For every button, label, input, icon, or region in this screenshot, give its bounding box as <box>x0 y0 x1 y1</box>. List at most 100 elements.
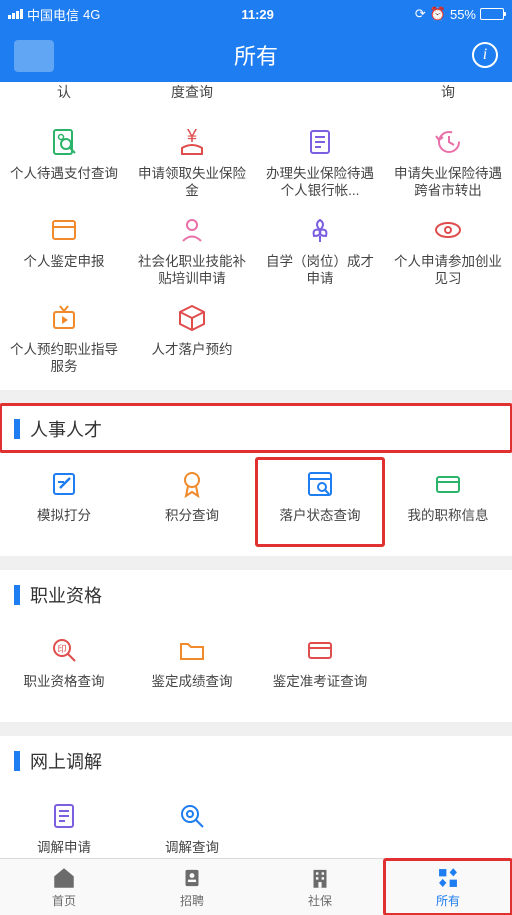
section-bar-icon <box>14 751 20 771</box>
trunc-cell[interactable]: 认 <box>0 82 128 110</box>
medal-icon <box>132 464 252 504</box>
window-icon <box>4 210 124 250</box>
service-label: 自学（岗位）成才申请 <box>260 254 380 288</box>
service-item[interactable]: 个人待遇支付查询 <box>0 116 128 204</box>
tab-label: 所有 <box>436 892 460 909</box>
section-bar-icon <box>14 419 20 439</box>
carrier-label: 中国电信 <box>27 5 79 24</box>
tab-building[interactable]: 社保 <box>256 859 384 915</box>
section-header: 职业资格 <box>0 570 512 618</box>
history-icon <box>388 122 508 162</box>
doc-lines-icon <box>4 796 124 836</box>
section-bar-icon <box>14 585 20 605</box>
tab-all[interactable]: 所有 <box>384 859 512 915</box>
service-label: 落户状态查询 <box>260 508 380 542</box>
card-icon <box>260 630 380 670</box>
trunc-cell[interactable]: 度查询 <box>128 82 256 110</box>
trunc-cell[interactable]: 询 <box>384 82 512 110</box>
doc-search2-icon <box>260 464 380 504</box>
status-time: 11:29 <box>241 7 274 22</box>
section-header: 人事人才 <box>0 404 512 452</box>
service-label: 调解查询 <box>132 840 252 858</box>
eye-icon <box>388 210 508 250</box>
service-label: 人才落户预约 <box>132 342 252 376</box>
building-icon <box>307 866 333 890</box>
service-label: 职业资格查询 <box>4 674 124 708</box>
service-label: 鉴定成绩查询 <box>132 674 252 708</box>
service-label: 积分查询 <box>132 508 252 542</box>
service-item[interactable]: 自学（岗位）成才申请 <box>256 204 384 292</box>
tab-bar: 首页 招聘 社保 所有 <box>0 858 512 915</box>
service-label: 社会化职业技能补贴培训申请 <box>132 254 252 288</box>
service-item[interactable]: 我的职称信息 <box>384 458 512 546</box>
section-grid: 调解申请调解查询 <box>0 784 512 858</box>
service-label: 鉴定准考证查询 <box>260 674 380 708</box>
service-label: 我的职称信息 <box>388 508 508 542</box>
service-item[interactable]: 鉴定准考证查询 <box>256 624 384 712</box>
status-bar: 中国电信 4G 11:29 ⟳ ⏰ 55% <box>0 0 512 28</box>
battery-pct: 55% <box>450 7 476 22</box>
service-label: 调解申请 <box>4 840 124 858</box>
section-title: 人事人才 <box>30 416 102 442</box>
service-label: 个人申请参加创业见习 <box>388 254 508 288</box>
truncated-row: 认 度查询 询 <box>0 82 512 110</box>
section-title: 职业资格 <box>30 582 102 608</box>
rotation-lock-icon: ⟳ <box>415 6 426 22</box>
service-item[interactable]: 人才落户预约 <box>128 292 256 380</box>
service-item[interactable]: 个人申请参加创业见习 <box>384 204 512 292</box>
money-hand-icon <box>132 122 252 162</box>
status-left: 中国电信 4G <box>8 5 100 24</box>
person-icon <box>132 210 252 250</box>
card-icon <box>388 464 508 504</box>
service-label: 申请失业保险待遇跨省市转出 <box>388 166 508 200</box>
recruit-icon <box>179 866 205 890</box>
nav-header: 所有 i <box>0 28 512 82</box>
service-item[interactable]: 积分查询 <box>128 458 256 546</box>
service-item[interactable]: 模拟打分 <box>0 458 128 546</box>
tab-label: 社保 <box>308 892 332 909</box>
signal-icon <box>8 9 23 19</box>
service-label: 个人预约职业指导服务 <box>4 342 124 376</box>
service-item[interactable]: 社会化职业技能补贴培训申请 <box>128 204 256 292</box>
service-item[interactable]: 鉴定成绩查询 <box>128 624 256 712</box>
service-item[interactable]: 调解申请 <box>0 790 128 858</box>
section-header: 网上调解 <box>0 736 512 784</box>
page-title: 所有 <box>234 39 278 71</box>
service-item[interactable]: 调解查询 <box>128 790 256 858</box>
avatar[interactable] <box>14 40 54 72</box>
service-item[interactable]: 职业资格查询 <box>0 624 128 712</box>
service-label: 模拟打分 <box>4 508 124 542</box>
tab-label: 首页 <box>52 892 76 909</box>
flower-icon <box>260 210 380 250</box>
service-item[interactable]: 申请失业保险待遇跨省市转出 <box>384 116 512 204</box>
service-label: 个人待遇支付查询 <box>4 166 124 200</box>
alarm-icon: ⏰ <box>430 6 446 22</box>
all-icon <box>435 866 461 890</box>
doc-search-icon <box>4 122 124 162</box>
stamp-search-icon <box>4 630 124 670</box>
tab-home[interactable]: 首页 <box>0 859 128 915</box>
section-grid: 模拟打分积分查询落户状态查询我的职称信息 <box>0 452 512 556</box>
tab-label: 招聘 <box>180 892 204 909</box>
tv-play-icon <box>4 298 124 338</box>
tab-recruit[interactable]: 招聘 <box>128 859 256 915</box>
trunc-cell[interactable] <box>256 82 384 110</box>
home-icon <box>51 866 77 890</box>
section-title: 网上调解 <box>30 748 102 774</box>
doc-lines-icon <box>260 122 380 162</box>
service-item[interactable]: 办理失业保险待遇个人银行帐... <box>256 116 384 204</box>
services-grid: 个人待遇支付查询申请领取失业保险金办理失业保险待遇个人银行帐...申请失业保险待… <box>0 110 512 390</box>
service-item[interactable]: 申请领取失业保险金 <box>128 116 256 204</box>
folder-icon <box>132 630 252 670</box>
content-scroll[interactable]: 认 度查询 询 个人待遇支付查询申请领取失业保险金办理失业保险待遇个人银行帐..… <box>0 82 512 858</box>
service-item[interactable]: 个人鉴定申报 <box>0 204 128 292</box>
section-grid: 职业资格查询鉴定成绩查询鉴定准考证查询 <box>0 618 512 722</box>
box-icon <box>132 298 252 338</box>
service-item[interactable]: 落户状态查询 <box>256 458 384 546</box>
service-label: 个人鉴定申报 <box>4 254 124 288</box>
info-icon[interactable]: i <box>472 42 498 68</box>
status-right: ⟳ ⏰ 55% <box>415 6 504 22</box>
service-item[interactable]: 个人预约职业指导服务 <box>0 292 128 380</box>
battery-icon <box>480 8 504 20</box>
network-label: 4G <box>83 7 100 22</box>
